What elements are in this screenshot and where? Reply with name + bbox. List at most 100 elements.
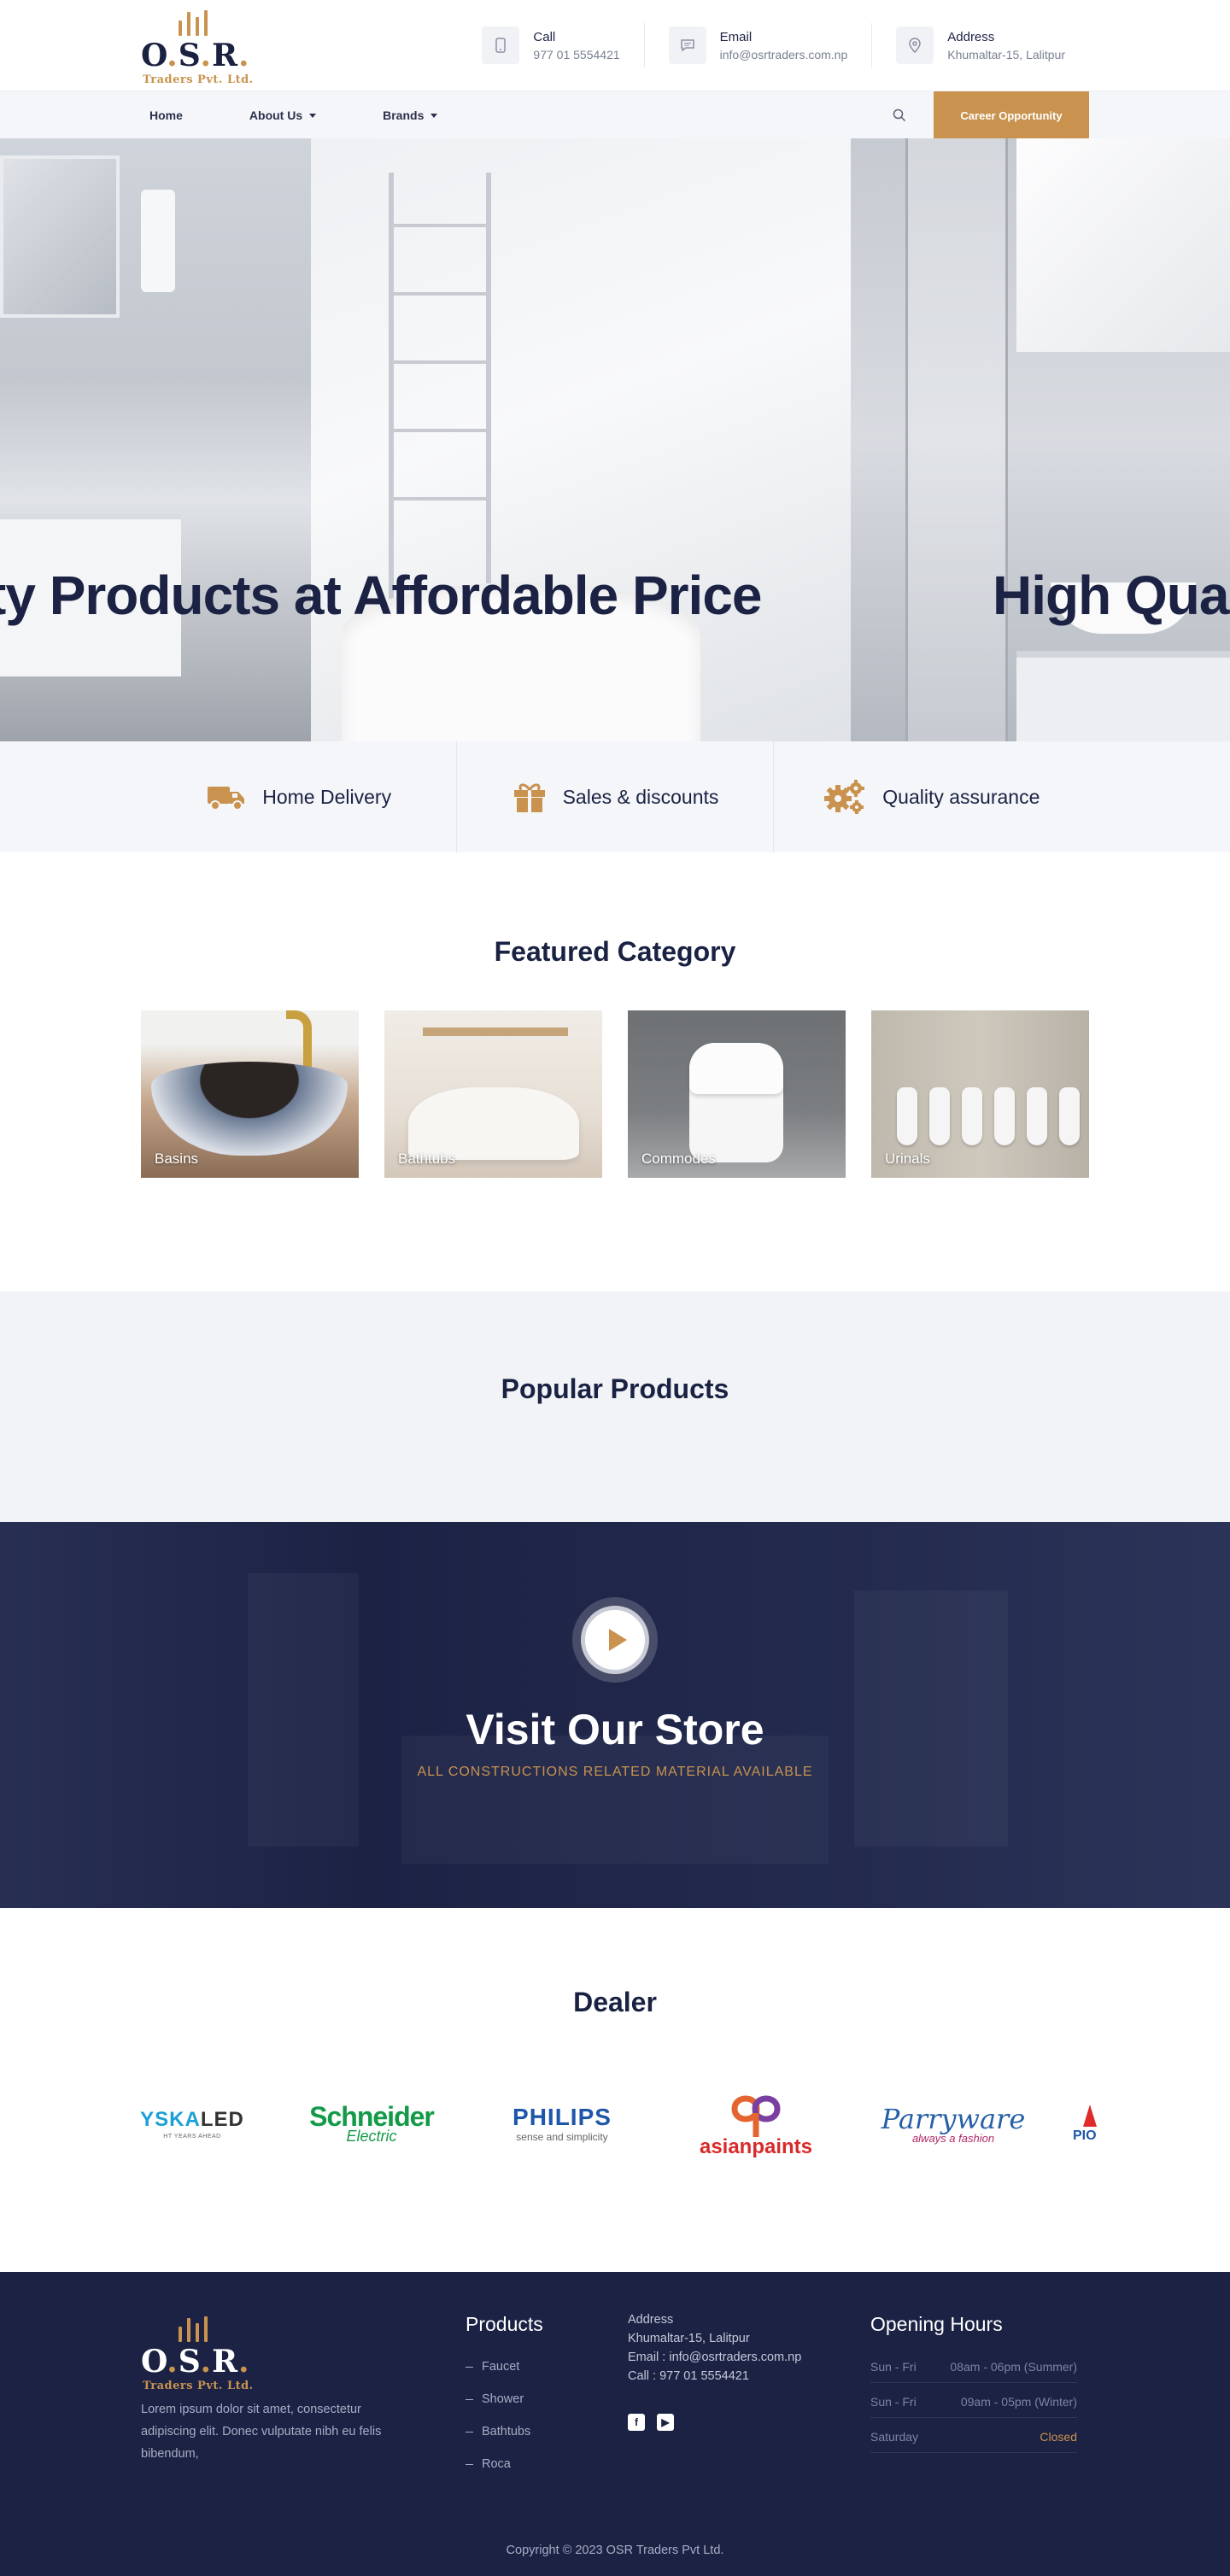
hours-time: Closed bbox=[1040, 2430, 1077, 2444]
category-card-bathtubs[interactable]: Bathtubs bbox=[384, 1010, 602, 1178]
hours-days: Saturday bbox=[870, 2430, 919, 2444]
hours-row: Sun - Fri 09am - 05pm (Winter) bbox=[870, 2395, 1077, 2418]
feature-label: Home Delivery bbox=[262, 785, 392, 808]
brand-suffix: LED bbox=[200, 2107, 244, 2131]
section-title: Popular Products bbox=[501, 1373, 729, 1404]
contact-label: Address bbox=[947, 29, 995, 44]
logo-text: O.S.R. bbox=[141, 38, 250, 73]
nav-item-label: About Us bbox=[249, 108, 303, 122]
top-header: O.S.R. Traders Pvt. Ltd. Call 977 01 555… bbox=[0, 0, 1230, 91]
chevron-down-icon bbox=[309, 113, 317, 118]
category-label: Bathtubs bbox=[398, 1150, 456, 1167]
brand-logo-pioneer[interactable]: PIO bbox=[1073, 2076, 1102, 2170]
urinals-image bbox=[897, 1087, 1080, 1145]
brand-sub: always a fashion bbox=[911, 2131, 995, 2145]
footer-product-link[interactable]: Shower bbox=[466, 2392, 628, 2406]
brand-tagline: HT YEARS AHEAD bbox=[163, 2133, 221, 2140]
hours-days: Sun - Fri bbox=[870, 2395, 917, 2409]
location-pin-icon bbox=[896, 26, 934, 64]
feature-label: Sales & discounts bbox=[562, 785, 719, 808]
phone-icon bbox=[482, 26, 520, 64]
search-icon bbox=[893, 108, 906, 122]
basin-faucet-image bbox=[286, 1010, 312, 1070]
search-button[interactable] bbox=[882, 98, 917, 132]
gears-icon bbox=[823, 778, 867, 816]
dealer-carousel[interactable]: YSKALED HT YEARS AHEAD Schneider Electri… bbox=[128, 2076, 1102, 2170]
brand-logo-schneider[interactable]: Schneider Electric bbox=[299, 2076, 444, 2170]
video-title: Visit Our Store bbox=[466, 1706, 764, 1753]
footer-product-link[interactable]: Bathtubs bbox=[466, 2425, 628, 2438]
footer-logo[interactable]: O.S.R. Traders Pvt. Ltd. bbox=[141, 2313, 256, 2392]
hero-mirror bbox=[0, 155, 120, 318]
gift-icon bbox=[512, 780, 548, 814]
hero-counter bbox=[1016, 651, 1230, 741]
footer-address-line: Khumaltar-15, Lalitpur bbox=[628, 2332, 750, 2345]
contact-address: Address Khumaltar-15, Lalitpur bbox=[871, 23, 1089, 67]
footer-about-text: Lorem ipsum dolor sit amet, consectetur … bbox=[141, 2403, 382, 2461]
basin-image bbox=[151, 1062, 348, 1156]
site-logo[interactable]: O.S.R. Traders Pvt. Ltd. bbox=[141, 7, 256, 86]
contact-value[interactable]: 977 01 5554421 bbox=[533, 48, 619, 61]
youtube-icon[interactable]: ▶ bbox=[657, 2414, 674, 2431]
brand-logo-parryware[interactable]: Parryware always a fashion bbox=[876, 2076, 1030, 2170]
footer-column-title: Products bbox=[466, 2313, 543, 2335]
career-opportunity-button[interactable]: Career Opportunity bbox=[934, 91, 1089, 139]
category-grid: Basins Bathtubs Commodes Urinals bbox=[141, 1010, 1089, 1178]
nav-item-about-us[interactable]: About Us bbox=[241, 108, 325, 122]
brand-sub: Electric bbox=[346, 2128, 397, 2145]
asianpaints-mark-icon bbox=[731, 2095, 781, 2137]
contact-info: Call 977 01 5554421 Email info@osrtrader… bbox=[482, 20, 1089, 71]
main-nav: Home About Us Brands Career Opportunity bbox=[0, 91, 1230, 139]
footer-address-line[interactable]: Call : 977 01 5554421 bbox=[628, 2369, 870, 2383]
logo-text: O.S.R. bbox=[141, 2344, 250, 2380]
brand-name: PIO bbox=[1073, 2128, 1097, 2143]
hero-window bbox=[1016, 138, 1230, 352]
shelf-image bbox=[423, 1027, 568, 1036]
contact-label: Call bbox=[533, 29, 556, 44]
copyright-text: Copyright © 2023 OSR Traders Pvt Ltd. bbox=[506, 2544, 724, 2557]
hours-row: Saturday Closed bbox=[870, 2430, 1077, 2453]
features-bar: Home Delivery Sales & discounts Quality … bbox=[0, 741, 1230, 852]
category-card-urinals[interactable]: Urinals bbox=[871, 1010, 1089, 1178]
nav-item-brands[interactable]: Brands bbox=[374, 108, 446, 122]
facebook-icon[interactable]: f bbox=[628, 2414, 645, 2431]
hero-slider[interactable]: ty Products at Affordable Price High Qua… bbox=[0, 138, 1230, 741]
footer-address-line[interactable]: Email : info@osrtraders.com.np bbox=[628, 2351, 870, 2364]
brand-logo-syska[interactable]: YSKALED HT YEARS AHEAD bbox=[128, 2076, 256, 2170]
site-footer: O.S.R. Traders Pvt. Ltd. Lorem ipsum dol… bbox=[0, 2272, 1230, 2576]
logo-bars bbox=[179, 2316, 208, 2342]
hours-time: 08am - 06pm (Summer) bbox=[950, 2360, 1077, 2374]
hero-towel bbox=[141, 190, 175, 292]
nav-item-home[interactable]: Home bbox=[141, 108, 191, 122]
nav-menu: Home About Us Brands bbox=[141, 108, 495, 122]
section-title: Dealer bbox=[573, 1987, 657, 2017]
visit-store-video-section: Visit Our Store ALL CONSTRUCTIONS RELATE… bbox=[0, 1522, 1230, 1908]
bg-counter bbox=[401, 1736, 829, 1864]
footer-address: Address Khumaltar-15, Lalitpur Email : i… bbox=[628, 2313, 870, 2528]
brand-name: PHILIPS bbox=[512, 2104, 612, 2130]
footer-opening-hours: Opening Hours Sun - Fri 08am - 06pm (Summ… bbox=[870, 2313, 1077, 2528]
hero-title-next-slide: High Qualit bbox=[993, 565, 1230, 626]
social-links: f ▶ bbox=[628, 2414, 870, 2431]
nav-actions: Career Opportunity bbox=[882, 91, 1089, 139]
category-card-basins[interactable]: Basins bbox=[141, 1010, 359, 1178]
logo-subtext: Traders Pvt. Ltd. bbox=[143, 73, 254, 86]
footer-product-link[interactable]: Faucet bbox=[466, 2360, 628, 2374]
section-title: Featured Category bbox=[494, 936, 736, 967]
chevron-down-icon bbox=[430, 113, 438, 118]
delivery-truck-icon bbox=[206, 782, 247, 812]
hours-time: 09am - 05pm (Winter) bbox=[960, 2395, 1077, 2409]
brand-logo-philips[interactable]: PHILIPS sense and simplicity bbox=[489, 2076, 636, 2170]
hero-title: ty Products at Affordable Price bbox=[0, 565, 762, 626]
footer-about: O.S.R. Traders Pvt. Ltd. Lorem ipsum dol… bbox=[141, 2313, 466, 2528]
hero-glass-door bbox=[905, 138, 1008, 741]
contact-value[interactable]: info@osrtraders.com.np bbox=[720, 48, 848, 61]
category-card-commodes[interactable]: Commodes bbox=[628, 1010, 846, 1178]
brand-name: Parryware bbox=[881, 2102, 1026, 2135]
logo-bars bbox=[179, 10, 208, 36]
contact-call: Call 977 01 5554421 bbox=[482, 23, 643, 67]
brand-logo-asianpaints[interactable]: asianpaints bbox=[697, 2076, 815, 2170]
video-subtitle: ALL CONSTRUCTIONS RELATED MATERIAL AVAIL… bbox=[417, 1765, 813, 1779]
footer-product-link[interactable]: Roca bbox=[466, 2457, 628, 2471]
play-video-button[interactable] bbox=[572, 1597, 658, 1683]
